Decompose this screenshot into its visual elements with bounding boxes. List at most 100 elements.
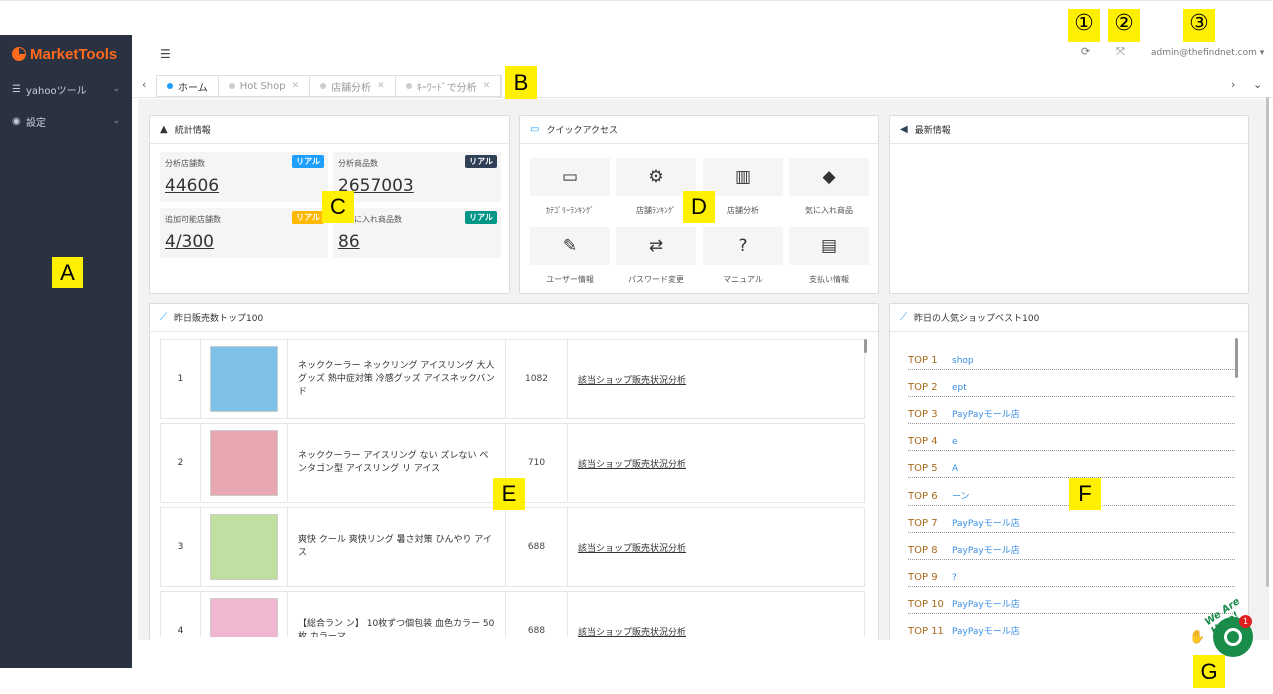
table-scrollbar[interactable]: [864, 339, 867, 353]
stat-value[interactable]: 86: [338, 232, 360, 252]
status-badge: リアル: [465, 155, 497, 168]
thumbnail: [210, 430, 278, 496]
tab-list: ホーム Hot Shop ✕ 店舗分析 ✕ ｷｰﾜｰﾄﾞで分析 ✕: [156, 75, 503, 97]
stat-card: お気に入れ商品数 リアル 86: [333, 208, 501, 258]
stat-label: 分析店舗数: [165, 159, 205, 168]
panel-title: 最新情報: [914, 126, 951, 136]
product-image[interactable]: [201, 592, 288, 637]
chevron-down-icon: ⌄: [112, 116, 120, 126]
tab-label: 店舗分析: [331, 82, 372, 94]
panel-header: ▭ クイックアクセス: [520, 116, 878, 144]
shop-link[interactable]: shop: [952, 356, 974, 366]
tab-keyword-analysis[interactable]: ｷｰﾜｰﾄﾞで分析 ✕: [395, 76, 502, 96]
shop-link[interactable]: PayPayモール店: [952, 597, 1020, 610]
shop-link[interactable]: PayPayモール店: [952, 624, 1020, 637]
annotation-marker-3: ③: [1183, 9, 1215, 42]
list-item: TOP 1 shop: [908, 343, 1235, 371]
tab-home[interactable]: ホーム: [157, 76, 219, 96]
tab-dot-icon: [320, 83, 327, 89]
close-icon[interactable]: ✕: [377, 81, 385, 91]
news-panel: ◀ 最新情報: [889, 115, 1249, 294]
sidebar-item-settings[interactable]: ◉ 設定 ⌄: [0, 105, 132, 137]
stat-card: 分析店舗数 リアル 44606: [160, 152, 328, 202]
shop-link[interactable]: e: [952, 437, 958, 447]
product-image[interactable]: [201, 340, 288, 418]
list-item: TOP 10 PayPayモール店: [908, 587, 1235, 614]
product-name: 【総合ラン ン】 10枚ずつ個包装 血色カラー 50枚 カラーマ: [288, 592, 506, 637]
rank-label: TOP 3: [908, 409, 938, 421]
product-name: 爽快 クール 爽快リング 暑さ対策 ひんやり アイス: [288, 508, 506, 586]
shop-link[interactable]: ept: [952, 383, 967, 393]
fullscreen-icon[interactable]: ⤧: [1116, 45, 1125, 59]
shop-link[interactable]: PayPayモール店: [952, 543, 1020, 556]
shop-link[interactable]: PayPayモール店: [952, 407, 1020, 420]
panel-title: 昨日の人気ショップベスト100: [914, 314, 1040, 324]
help-icon: ?: [703, 227, 783, 265]
tab-dot-icon: [167, 83, 173, 89]
line-chart-icon: ⟋: [160, 312, 167, 323]
annotation-marker-g: G: [1193, 655, 1225, 688]
row-rank: 3: [161, 508, 201, 586]
quick-change-password[interactable]: ⇄ パスワード変更: [616, 227, 696, 289]
status-badge: リアル: [465, 211, 497, 224]
quick-user-info[interactable]: ✎ ユーザー情報: [530, 227, 610, 289]
annotation-marker-a: A: [52, 257, 83, 288]
shop-analysis-link[interactable]: 該当ショップ販売状況分析: [568, 508, 864, 586]
rank-label: TOP 4: [908, 436, 938, 448]
top-border: [0, 0, 1273, 1]
page-scrollbar[interactable]: [1266, 97, 1269, 587]
quick-label: ｶﾃｺﾞﾘｰﾗﾝｷﾝｸﾞ: [546, 206, 594, 215]
window-icon: ▭: [530, 158, 610, 196]
quick-category-ranking[interactable]: ▭ ｶﾃｺﾞﾘｰﾗﾝｷﾝｸﾞ: [530, 158, 610, 220]
list-item: TOP 3 PayPayモール店: [908, 397, 1235, 425]
ranking-scrollbar[interactable]: [1235, 338, 1238, 378]
close-icon[interactable]: ✕: [483, 81, 491, 91]
waving-hand-icon: ✋: [1189, 630, 1206, 645]
tab-menu-chevron-icon[interactable]: ⌄: [1253, 78, 1262, 91]
annotation-marker-1: ①: [1068, 9, 1100, 42]
user-menu[interactable]: admin@thefindnet.com ▾: [1151, 48, 1264, 58]
shop-link[interactable]: ーン: [952, 489, 970, 502]
row-rank: 2: [161, 424, 201, 502]
shop-analysis-link[interactable]: 該当ショップ販売状況分析: [568, 424, 864, 502]
list-item: TOP 11 PayPayモール店: [908, 614, 1235, 638]
warning-icon: ▲: [160, 124, 168, 135]
shop-link[interactable]: A: [952, 464, 958, 474]
product-image[interactable]: [201, 508, 288, 586]
quick-store-analysis[interactable]: ▥ 店舗分析: [703, 158, 783, 220]
tag-icon: ◆: [789, 158, 869, 196]
panel-title: 統計情報: [174, 126, 211, 136]
tab-scroll-left-icon[interactable]: ‹: [142, 78, 146, 91]
quick-favorite-items[interactable]: ◆ 気に入れ商品: [789, 158, 869, 220]
stat-card: 追加可能店舗数 リアル 4/300: [160, 208, 328, 258]
panel-title: クイックアクセス: [546, 126, 619, 136]
shop-link[interactable]: ?: [952, 573, 957, 583]
panel-header: ▲ 統計情報: [150, 116, 509, 144]
refresh-icon[interactable]: ⟳: [1081, 45, 1090, 58]
shop-link[interactable]: PayPayモール店: [952, 516, 1020, 529]
shop-analysis-link[interactable]: 該当ショップ販売状況分析: [568, 592, 864, 638]
list-item: TOP 5 A: [908, 451, 1235, 479]
menu-toggle-icon[interactable]: ☰: [160, 47, 171, 61]
tab-store-analysis[interactable]: 店舗分析 ✕: [310, 76, 396, 96]
product-image[interactable]: [201, 424, 288, 502]
app-logo[interactable]: MarketTools: [0, 35, 132, 73]
thumbnail: [210, 598, 278, 637]
rank-label: TOP 8: [908, 544, 938, 556]
quick-label: ユーザー情報: [546, 275, 594, 284]
stat-value[interactable]: 4/300: [165, 232, 214, 252]
tab-hot-shop[interactable]: Hot Shop ✕: [218, 76, 311, 96]
sidebar-item-label: 設定: [26, 117, 46, 129]
close-icon[interactable]: ✕: [292, 81, 300, 91]
tab-scroll-right-icon[interactable]: ›: [1231, 78, 1235, 91]
chat-button[interactable]: 1: [1213, 615, 1253, 657]
quick-manual[interactable]: ? マニュアル: [703, 227, 783, 289]
stat-value[interactable]: 44606: [165, 176, 219, 196]
status-badge: リアル: [292, 211, 324, 224]
stat-card: 分析商品数 リアル 2657003: [333, 152, 501, 202]
sidebar-item-yahoo-tools[interactable]: ☰ yahooツール ⌄: [0, 73, 132, 105]
shop-analysis-link[interactable]: 該当ショップ販売状況分析: [568, 340, 864, 418]
quick-payment-info[interactable]: ▤ 支払い情報: [789, 227, 869, 289]
dashboard-icon: ◉: [12, 115, 21, 127]
tab-dot-icon: [228, 83, 235, 89]
